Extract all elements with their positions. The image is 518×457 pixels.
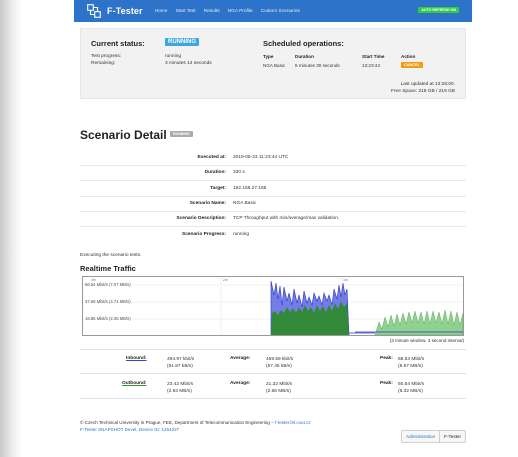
realtime-traffic-chart: 3m 2m 1m 56.54 Mbit/s (7.07 MB/s) 37.69 … [82, 276, 464, 336]
detail-value-description: TCP Throughput with min/average/max vali… [233, 216, 340, 221]
detail-label-progress: Scenario Progress: [182, 232, 226, 237]
page-container: F-Tester Home Start Test Results NGA Pro… [74, 0, 472, 457]
y-tick-3: 18.85 Mbit/s (2.35 MB/s) [85, 316, 131, 321]
inbound-current: 494.97 kbit/s (61.87 kB/s) [167, 356, 194, 370]
executing-note: Executing the scenario tests. [80, 253, 142, 258]
outbound-light-area [374, 309, 463, 335]
nav-link-nga-profile[interactable]: NGA Profile [228, 9, 253, 14]
nav-link-custom-scenarios[interactable]: Custom Scenarios [261, 9, 300, 14]
inbound-current-bytes: (61.87 kB/s) [167, 364, 193, 369]
scheduled-duration: 5 minutes 30 seconds [295, 63, 340, 68]
auto-refresh-toggle[interactable]: AUTO REFRESH ON [418, 7, 459, 13]
outbound-current: 23.42 Mbit/s (2.93 MB/s) [167, 381, 193, 395]
page-left-shadow [0, 0, 22, 457]
detail-label-scenario-name: Scenario Name: [189, 201, 226, 206]
footer-text: © Czech Technical University in Prague, … [80, 420, 311, 433]
detail-label-description: Scenario Description: [176, 216, 226, 221]
remaining-value: 3 minutes 14 seconds [165, 61, 212, 66]
free-space-text: Free Space: 218 GB / 219 GB [391, 89, 455, 94]
inbound-peak-label: Peak: [380, 356, 393, 361]
last-updated-text: Last updated at 13:26:00. [400, 82, 455, 87]
col-header-type: Type [263, 54, 274, 59]
inbound-current-bits: 494.97 kbit/s [167, 357, 195, 362]
outbound-average-bytes: (2.66 MB/s) [266, 389, 291, 394]
last-updated: Last updated at 13:26:00. Free Space: 21… [391, 81, 455, 95]
footer-link[interactable]: f-tester.fel.cvut.cz [275, 420, 311, 425]
outbound-current-bits: 23.42 Mbit/s [167, 382, 194, 387]
inbound-peak: 68.53 Mbit/s (8.57 MB/s) [398, 356, 424, 370]
row-divider [80, 180, 466, 181]
outbound-peak-label: Peak: [380, 381, 393, 386]
detail-label-target: Target: [210, 186, 226, 191]
inbound-average-label: Average: [230, 356, 251, 361]
ftester-logo-icon [87, 4, 101, 18]
top-navbar: F-Tester Home Start Test Results NGA Pro… [74, 0, 472, 22]
traffic-divider [80, 398, 466, 399]
nav-link-results[interactable]: Results [204, 9, 220, 14]
footer-version: F-Tester SNAPSHOT Devel, Device ID: 1254… [80, 426, 180, 432]
detail-label-duration: Duration: [204, 170, 226, 175]
test-progress-label: Test progress: [91, 54, 122, 59]
detail-value-scenario-name: NGA Basic [233, 201, 257, 206]
inbound-average-bytes: (57.45 kB/s) [266, 364, 292, 369]
traffic-divider [80, 373, 466, 374]
scenario-status-badge: RUNNING [170, 131, 193, 137]
outbound-peak-bits: 50.54 Mbit/s [398, 382, 425, 387]
detail-value-progress: running [233, 232, 250, 237]
col-header-action: Action [401, 54, 416, 59]
outbound-peak: 50.54 Mbit/s (6.32 MB/s) [398, 381, 424, 395]
row-divider [80, 165, 466, 166]
x-tick-2m: 2m [223, 278, 228, 282]
cancel-button[interactable]: CANCEL [401, 62, 423, 68]
nav-link-home[interactable]: Home [155, 9, 168, 14]
inbound-peak-bits: 68.53 Mbit/s [398, 357, 425, 362]
outbound-average: 21.32 Mbit/s (2.66 MB/s) [266, 381, 292, 395]
ftester-button[interactable]: F-Tester [440, 431, 465, 442]
row-divider [80, 226, 466, 227]
row-divider [80, 196, 466, 197]
brand[interactable]: F-Tester [87, 4, 143, 18]
y-tick-2: 37.69 Mbit/s (4.71 MB/s) [85, 299, 131, 304]
detail-value-duration: 330 s [233, 170, 245, 175]
scheduled-operations-title: Scheduled operations: [263, 39, 344, 48]
scheduled-start: 13:23:44 [362, 63, 380, 68]
outbound-average-label: Average: [230, 381, 251, 386]
outbound-legend-label: Outbound: [122, 381, 147, 386]
administration-button[interactable]: Administration [402, 431, 441, 442]
remaining-label: Remaining: [91, 61, 116, 66]
nav-link-start-test[interactable]: Start Test [175, 9, 195, 14]
page-title: Scenario Detail [80, 128, 167, 142]
detail-label-executed: Executed at: [197, 155, 226, 160]
detail-value-executed: 2019-05-23 11:23:44 UTC [233, 155, 289, 160]
nav-links: Home Start Test Results NGA Profile Cust… [155, 9, 308, 14]
current-status-title: Current status: [91, 39, 145, 48]
outbound-peak-bytes: (6.32 MB/s) [398, 389, 423, 394]
traffic-divider [80, 349, 466, 350]
y-tick-1: 56.54 Mbit/s (7.07 MB/s) [85, 282, 131, 287]
status-badge: RUNNING [165, 38, 199, 46]
brand-name: F-Tester [107, 6, 143, 16]
detail-value-target: 192.168.27.165 [233, 186, 267, 191]
footer-copyright: © Czech Technical University in Prague, … [80, 420, 275, 425]
footer-button-group: Administration F-Tester [401, 430, 466, 443]
col-header-start-time: Start Time [362, 54, 385, 59]
col-header-duration: Duration [295, 54, 314, 59]
inbound-average-bits: 459.59 kbit/s [266, 357, 294, 362]
test-progress-value: running [165, 54, 182, 59]
inbound-legend-label: Inbound: [126, 356, 147, 361]
scheduled-type: NGA Basic [263, 63, 286, 68]
chart-caption: (3 minute window, 3 second interval) [389, 338, 464, 343]
traffic-graph-svg [83, 277, 463, 335]
row-divider [80, 211, 466, 212]
x-tick-1m: 1m [343, 278, 348, 282]
status-panel: Current status: RUNNING Test progress: r… [80, 28, 466, 99]
outbound-current-bytes: (2.93 MB/s) [167, 389, 192, 394]
inbound-peak-bytes: (8.57 MB/s) [398, 364, 423, 369]
outbound-average-bits: 21.32 Mbit/s [266, 382, 293, 387]
inbound-average: 459.59 kbit/s (57.45 kB/s) [266, 356, 293, 370]
realtime-traffic-title: Realtime Traffic [80, 264, 136, 273]
